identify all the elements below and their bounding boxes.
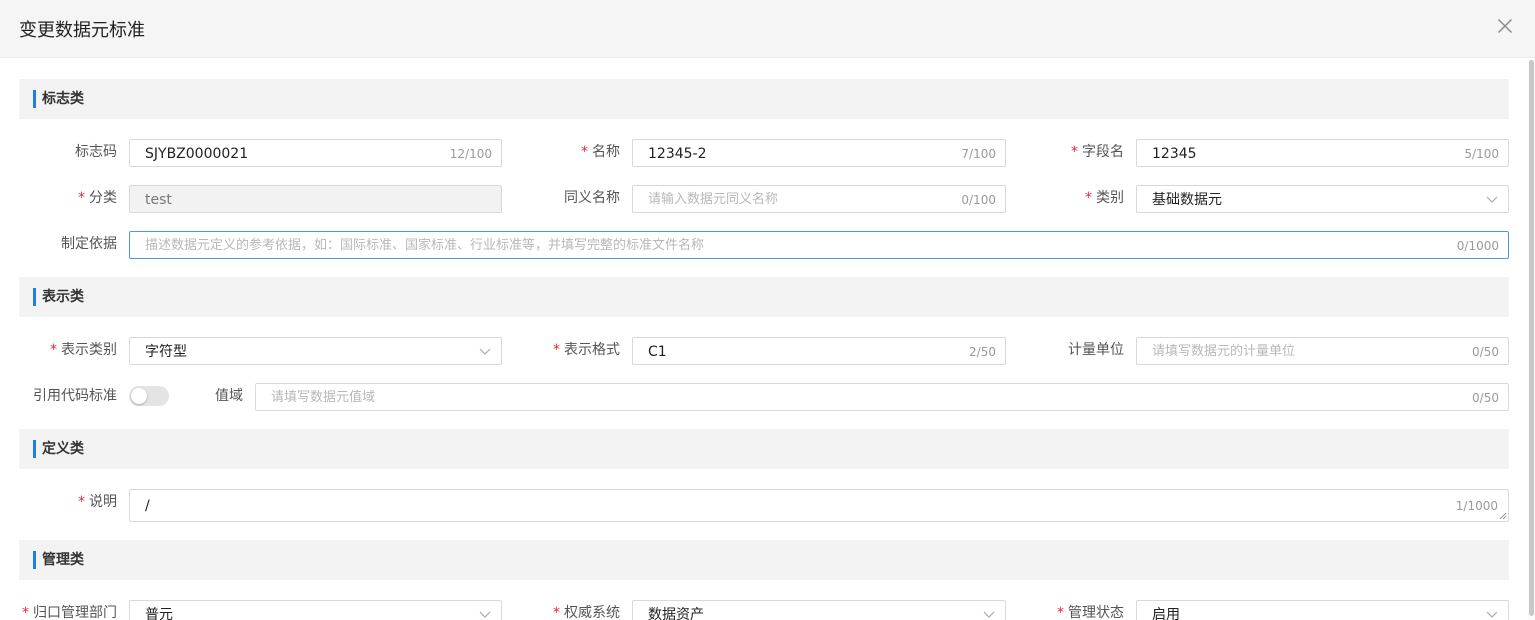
basis-placeholder: 描述数据元定义的参考依据，如：国际标准、国家标准、行业标准等，并填写完整的标准文… xyxy=(145,238,705,253)
section-header-definition: 定义类 xyxy=(19,429,1509,469)
char-counter: 12/100 xyxy=(449,147,492,161)
label-category: * 分类 xyxy=(78,190,117,206)
reference-code-standard-toggle[interactable] xyxy=(129,386,169,406)
basis-input[interactable]: 描述数据元定义的参考依据，如：国际标准、国家标准、行业标准等，并填写完整的标准文… xyxy=(129,231,1509,259)
category-value: test xyxy=(145,192,172,208)
synonym-input[interactable]: 请输入数据元同义名称 0/100 xyxy=(632,185,1006,213)
representation-format-value: C1 xyxy=(648,344,667,360)
char-counter: 7/100 xyxy=(961,147,996,161)
label-reference-code-standard: 引用代码标准 xyxy=(33,388,117,404)
char-counter: 0/100 xyxy=(961,193,996,207)
description-textarea[interactable]: / 1/1000 xyxy=(129,489,1509,522)
type-select[interactable]: 基础数据元 xyxy=(1136,185,1509,213)
synonym-placeholder: 请输入数据元同义名称 xyxy=(648,192,779,207)
chevron-down-icon xyxy=(1486,196,1498,203)
label-authority-system: * 权威系统 xyxy=(553,605,620,620)
edit-data-element-dialog: 变更数据元标准 标志类 标志码 SJYBZ0000021 12/100 * 名称 … xyxy=(0,0,1535,620)
char-counter: 2/50 xyxy=(969,345,996,359)
label-description: * 说明 xyxy=(78,494,117,510)
char-counter: 1/1000 xyxy=(1455,499,1498,513)
section-header-management: 管理类 xyxy=(19,540,1509,580)
section-header-identification: 标志类 xyxy=(19,79,1509,119)
label-managing-department: * 归口管理部门 xyxy=(22,605,117,620)
type-value: 基础数据元 xyxy=(1152,192,1222,208)
dialog-title: 变更数据元标准 xyxy=(19,20,145,41)
description-value: / xyxy=(145,498,150,514)
label-representation-type: * 表示类别 xyxy=(50,342,117,358)
section-title: 标志类 xyxy=(42,91,84,107)
name-input[interactable]: 12345-2 7/100 xyxy=(632,139,1006,167)
unit-placeholder: 请填写数据元的计量单位 xyxy=(1152,344,1296,359)
name-value: 12345-2 xyxy=(648,146,707,162)
section-accent-bar xyxy=(33,440,36,458)
value-domain-input[interactable]: 请填写数据元值域 0/50 xyxy=(255,383,1509,411)
char-counter: 0/1000 xyxy=(1456,239,1499,253)
char-counter: 5/100 xyxy=(1464,147,1499,161)
representation-format-input[interactable]: C1 2/50 xyxy=(632,337,1006,365)
management-status-select[interactable]: 启用 xyxy=(1136,600,1509,620)
authority-system-select[interactable]: 数据资产 xyxy=(632,600,1006,620)
section-title: 管理类 xyxy=(42,552,84,568)
label-name: * 名称 xyxy=(581,144,620,160)
field-name-input[interactable]: 12345 5/100 xyxy=(1136,139,1509,167)
label-field-name: * 字段名 xyxy=(1071,144,1124,160)
label-representation-format: * 表示格式 xyxy=(553,342,620,358)
category-input: test xyxy=(129,185,502,213)
chevron-down-icon xyxy=(983,611,995,618)
chevron-down-icon xyxy=(1486,611,1498,618)
section-title: 表示类 xyxy=(42,289,84,305)
identifier-code-value: SJYBZ0000021 xyxy=(145,146,249,162)
section-accent-bar xyxy=(33,90,36,108)
label-management-status: * 管理状态 xyxy=(1057,605,1124,620)
unit-input[interactable]: 请填写数据元的计量单位 0/50 xyxy=(1136,337,1509,365)
label-synonym: 同义名称 xyxy=(564,190,620,206)
chevron-down-icon xyxy=(479,611,491,618)
label-basis: 制定依据 xyxy=(61,236,117,252)
identifier-code-input[interactable]: SJYBZ0000021 12/100 xyxy=(129,139,502,167)
value-domain-placeholder: 请填写数据元值域 xyxy=(271,390,376,405)
section-accent-bar xyxy=(33,551,36,569)
management-status-value: 启用 xyxy=(1152,607,1180,620)
field-name-value: 12345 xyxy=(1152,146,1197,162)
label-type: * 类别 xyxy=(1085,190,1124,206)
toggle-knob xyxy=(131,388,147,404)
label-identifier-code: 标志码 xyxy=(75,144,117,160)
section-accent-bar xyxy=(33,288,36,306)
section-title: 定义类 xyxy=(42,441,84,457)
managing-department-value: 普元 xyxy=(145,607,173,620)
dialog-header: 变更数据元标准 xyxy=(0,0,1535,58)
label-value-domain: 值域 xyxy=(215,388,243,404)
section-header-representation: 表示类 xyxy=(19,277,1509,317)
label-unit: 计量单位 xyxy=(1068,342,1124,358)
char-counter: 0/50 xyxy=(1472,345,1499,359)
scrollbar-thumb[interactable] xyxy=(1529,60,1534,616)
resize-handle-icon[interactable] xyxy=(1499,512,1507,520)
close-icon[interactable] xyxy=(1497,18,1513,34)
authority-system-value: 数据资产 xyxy=(648,607,704,620)
representation-type-value: 字符型 xyxy=(145,344,187,360)
chevron-down-icon xyxy=(479,348,491,355)
representation-type-select[interactable]: 字符型 xyxy=(129,337,502,365)
char-counter: 0/50 xyxy=(1472,391,1499,405)
managing-department-select[interactable]: 普元 xyxy=(129,600,502,620)
